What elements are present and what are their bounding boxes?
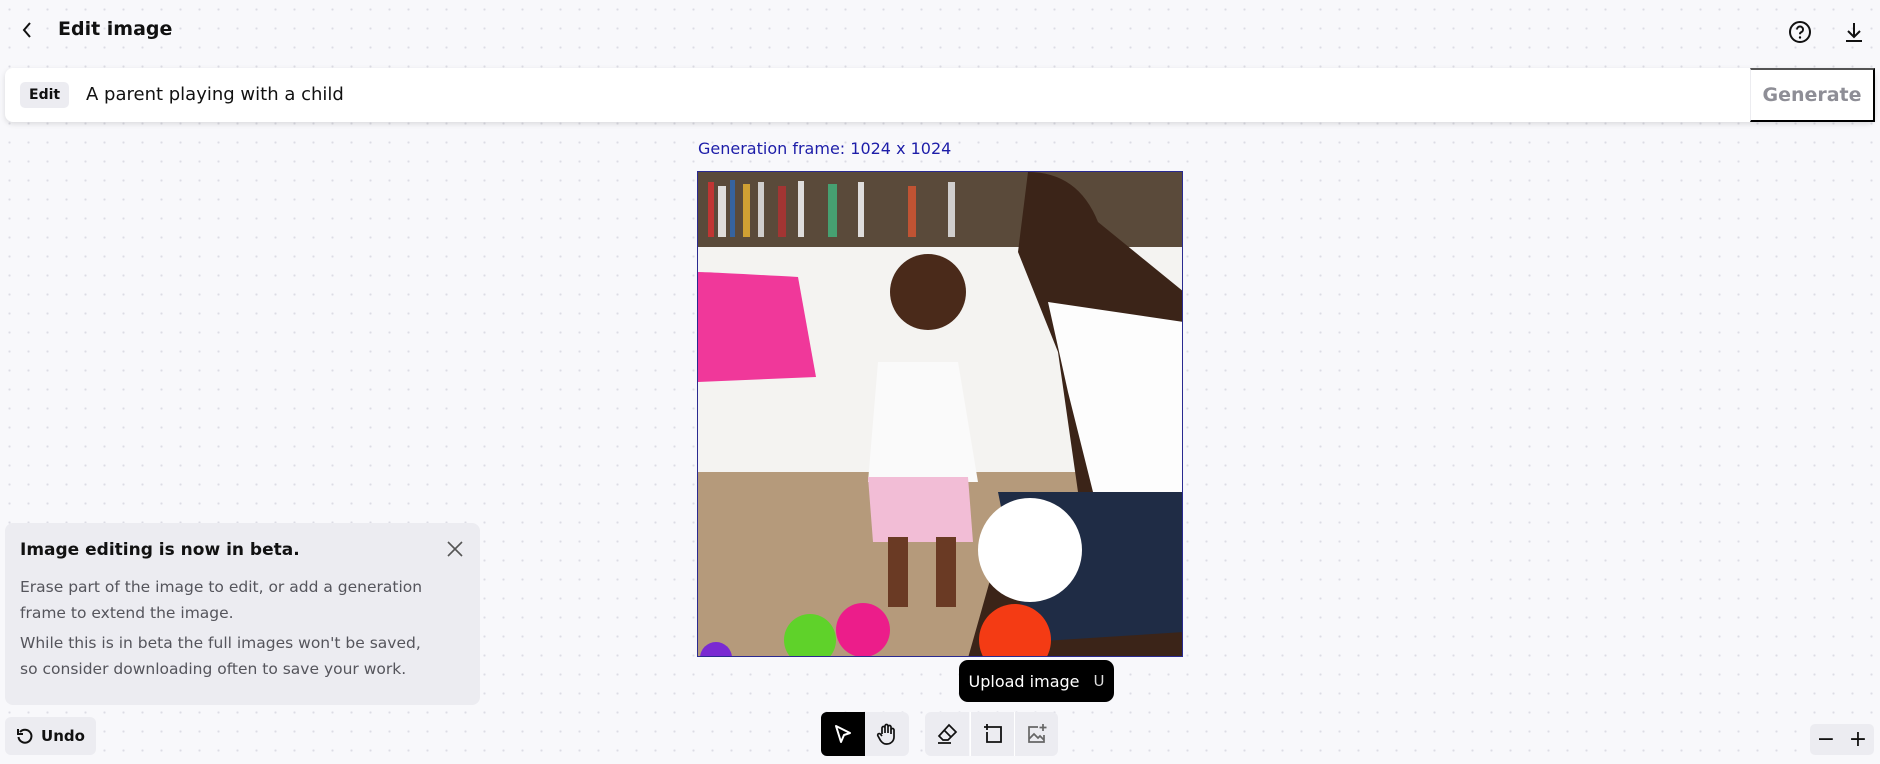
add-frame-tool-button[interactable] [970,712,1014,756]
cursor-arrow-icon [835,725,851,743]
zoom-out-button[interactable]: − [1810,724,1842,755]
zoom-controls: − + [1810,724,1874,755]
undo-label: Undo [41,727,85,745]
beta-notice-text: While this is in beta the full images wo… [20,634,421,678]
upload-image-tooltip: Upload image U [959,660,1114,702]
prompt-bar: Edit Generate [5,68,1875,122]
photo-parent-child [698,172,1182,656]
image-plus-icon [1027,724,1046,743]
pan-tool-button[interactable] [865,712,909,756]
generate-button[interactable]: Generate [1750,68,1875,122]
hand-icon [876,723,895,745]
undo-icon [16,727,34,745]
beta-notice-title: Image editing is now in beta. [20,540,300,560]
beta-notice-panel: Image editing is now in beta. Erase part… [5,523,480,705]
download-icon[interactable] [1840,18,1868,46]
zoom-in-button[interactable]: + [1842,724,1874,755]
close-icon[interactable] [444,538,466,560]
tooltip-shortcut: U [1093,672,1105,690]
eraser-tool-button[interactable] [925,712,969,756]
generation-frame-image[interactable] [697,171,1183,657]
generation-frame-label: Generation frame: 1024 x 1024 [698,139,952,158]
page-title: Edit image [58,18,173,40]
edit-mode-tag: Edit [20,82,70,108]
add-frame-icon [983,724,1002,743]
help-question-icon[interactable] [1786,18,1814,46]
tooltip-label: Upload image [968,671,1080,691]
undo-button[interactable]: Undo [5,717,96,755]
beta-notice-text: Erase part of the image to edit, or add … [20,578,423,622]
upload-image-tool-button[interactable] [1014,712,1058,756]
eraser-icon [937,723,958,744]
select-tool-button[interactable] [821,712,865,756]
back-chevron-left-icon[interactable] [16,18,38,42]
prompt-input[interactable] [86,68,1686,122]
